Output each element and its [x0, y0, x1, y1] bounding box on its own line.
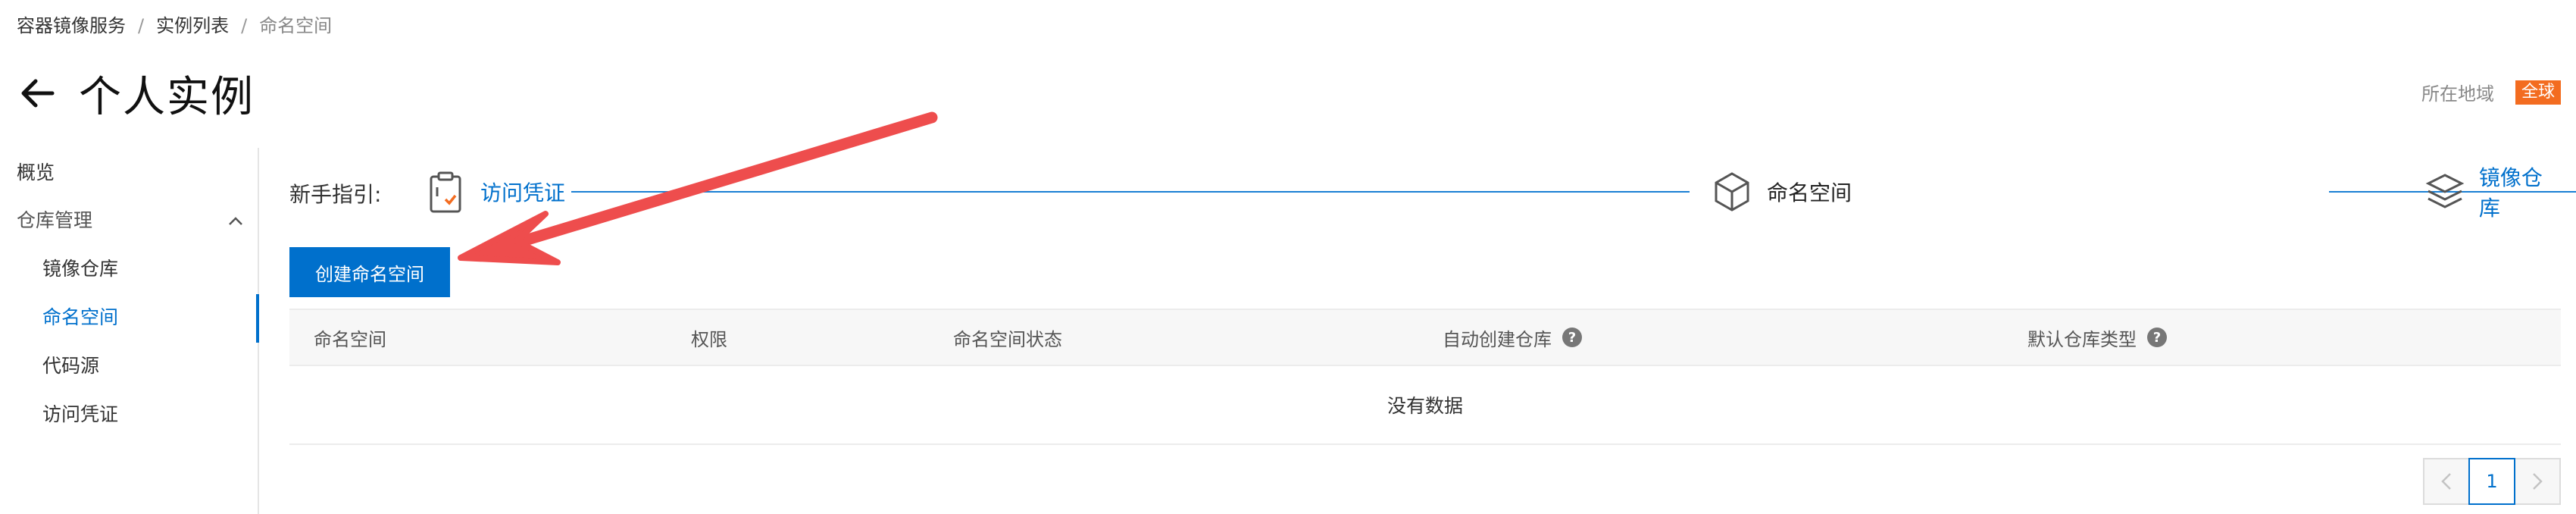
guide-label: 新手指引:	[289, 182, 382, 207]
column-label: 自动创建仓库	[1443, 328, 1552, 350]
chevron-up-icon	[227, 208, 244, 233]
chevron-right-icon[interactable]	[2514, 458, 2561, 505]
breadcrumb: 容器镜像服务 / 实例列表 / 命名空间	[17, 14, 332, 38]
table-header: 命名空间 权限 命名空间状态 自动创建仓库 ? 默认仓库类型 ?	[289, 309, 2561, 366]
column-header-permission: 权限	[691, 310, 727, 365]
column-label: 命名空间	[314, 328, 386, 350]
breadcrumb-separator: /	[241, 15, 248, 36]
guide-step-namespace: 命名空间	[1709, 167, 1852, 217]
sidebar-item-access-credential[interactable]: 访问凭证	[42, 402, 118, 428]
guide-step-label[interactable]: 镜像仓库	[2479, 161, 2561, 222]
guide-step-label[interactable]: 访问凭证	[480, 177, 565, 207]
breadcrumb-item-instances[interactable]: 实例列表	[156, 14, 229, 38]
column-header-status: 命名空间状态	[953, 310, 1062, 365]
column-label: 权限	[691, 328, 727, 350]
page-title: 个人实例	[79, 72, 255, 122]
arrow-left-icon[interactable]	[17, 73, 58, 114]
breadcrumb-item-current: 命名空间	[259, 15, 333, 36]
empty-state-text: 没有数据	[1386, 395, 1463, 417]
breadcrumb-separator: /	[138, 15, 145, 36]
sidebar-active-indicator	[256, 294, 259, 343]
guide-connector	[571, 191, 1690, 193]
sidebar-group-repo-management[interactable]: 仓库管理	[17, 208, 244, 233]
credential-icon	[423, 169, 468, 215]
sidebar-item-code-source[interactable]: 代码源	[42, 353, 99, 379]
create-namespace-button[interactable]: 创建命名空间	[289, 247, 450, 297]
region-badge[interactable]: 全球	[2515, 80, 2561, 105]
column-header-auto-create: 自动创建仓库 ?	[1443, 310, 1582, 365]
beginner-guide: 新手指引: 访问凭证 命名空间 镜像仓库	[289, 165, 2576, 221]
region-indicator: 所在地域 全球	[2421, 79, 2561, 105]
sidebar: 概览 仓库管理 镜像仓库 命名空间 代码源 访问凭证	[0, 148, 259, 514]
guide-step-image-repo[interactable]: 镜像仓库	[2423, 165, 2561, 221]
sidebar-item-overview[interactable]: 概览	[17, 160, 55, 186]
namespace-table: 命名空间 权限 命名空间状态 自动创建仓库 ? 默认仓库类型 ? 没有数据	[289, 309, 2561, 445]
region-label: 所在地域	[2421, 83, 2494, 105]
page-number-current[interactable]: 1	[2468, 458, 2515, 505]
guide-step-credential[interactable]: 访问凭证	[423, 167, 565, 217]
sidebar-item-namespace[interactable]: 命名空间	[42, 305, 118, 331]
page-header: 个人实例	[17, 59, 255, 127]
table-body: 没有数据	[289, 366, 2561, 445]
breadcrumb-item-service[interactable]: 容器镜像服务	[17, 14, 126, 38]
pagination: 1	[2423, 458, 2561, 505]
column-header-default-type: 默认仓库类型 ?	[2027, 310, 2167, 365]
layers-icon	[2423, 169, 2467, 215]
sidebar-item-image-repo[interactable]: 镜像仓库	[42, 256, 118, 282]
help-icon[interactable]: ?	[2147, 328, 2167, 347]
column-label: 命名空间状态	[953, 328, 1062, 350]
cube-icon	[1709, 169, 1755, 215]
help-icon[interactable]: ?	[1562, 328, 1582, 347]
guide-step-label: 命名空间	[1767, 180, 1852, 205]
column-label: 默认仓库类型	[2027, 328, 2137, 350]
column-header-namespace: 命名空间	[314, 310, 386, 365]
sidebar-group-label: 仓库管理	[17, 209, 93, 231]
chevron-left-icon[interactable]	[2423, 458, 2470, 505]
